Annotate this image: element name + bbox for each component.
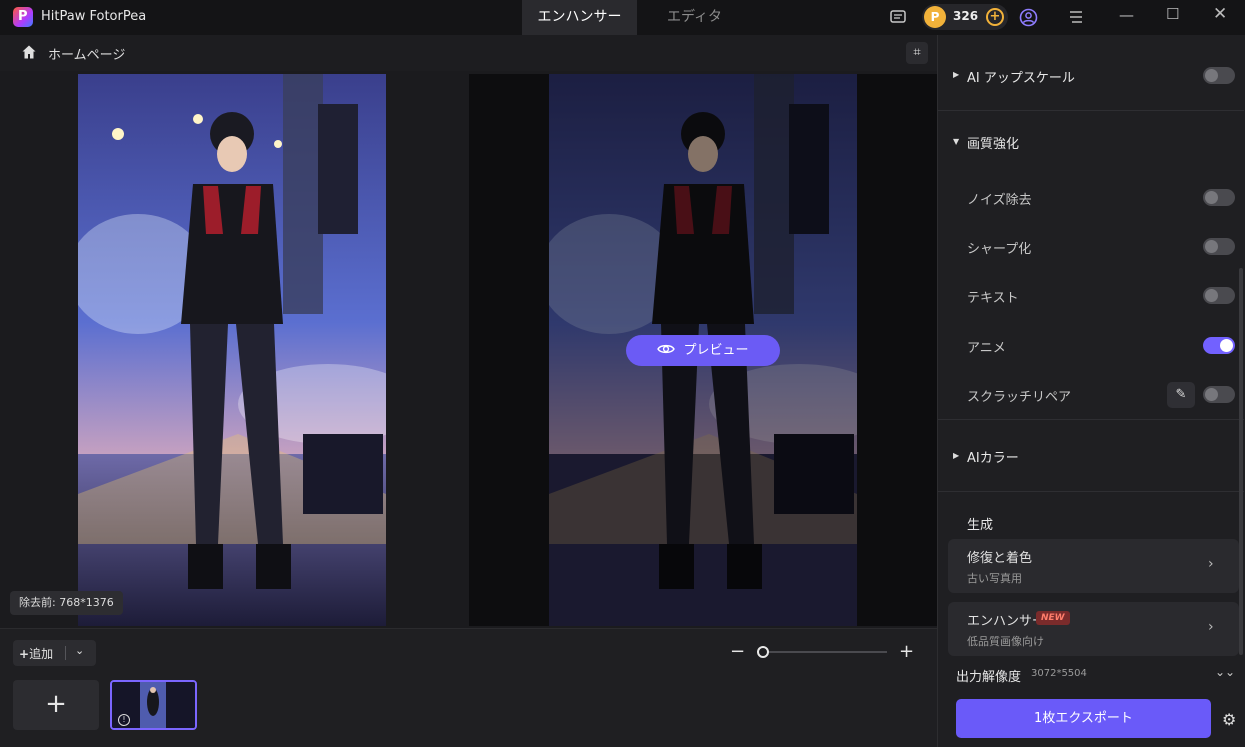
noise-reduction-toggle[interactable] — [1203, 189, 1235, 206]
add-button[interactable]: +追加 ⌄ — [13, 640, 96, 666]
original-image — [78, 74, 386, 626]
home-link[interactable]: ホームページ — [48, 44, 125, 63]
enhancer-card[interactable]: エンハンサー NEW 低品質画像向け › — [948, 602, 1239, 656]
add-image-tile[interactable]: + — [13, 680, 99, 730]
add-label-group: +追加 — [19, 645, 53, 662]
bottom-bar: +追加 ⌄ − + + ! — [0, 628, 937, 747]
output-resolution-value: 3072*5504 — [1031, 668, 1087, 679]
tab-editor[interactable]: エディタ — [637, 0, 752, 35]
settings-sidebar: ▶ AI アップスケール ▼ 画質強化 ノイズ除去 シャープ化 テキスト アニメ… — [937, 35, 1245, 747]
collapse-triangle-icon[interactable]: ▼ — [953, 137, 959, 146]
noise-reduction-label: ノイズ除去 — [967, 193, 1032, 208]
ai-color-title[interactable]: AIカラー — [967, 447, 1019, 466]
crop-icon[interactable]: ⌗ — [906, 42, 928, 64]
brush-tool-icon[interactable]: ✎ — [1167, 382, 1195, 408]
ai-upscale-title[interactable]: AI アップスケール — [967, 67, 1075, 86]
zoom-slider[interactable] — [761, 651, 887, 653]
restore-colorize-card[interactable]: 修復と着色 古い写真用 › — [948, 539, 1239, 593]
add-divider — [65, 646, 66, 660]
add-credits-icon[interactable]: + — [986, 8, 1004, 26]
close-icon[interactable]: ✕ — [1213, 4, 1227, 24]
app-title: HitPaw FotorPea — [41, 9, 147, 24]
sharpen-label: シャープ化 — [967, 242, 1032, 257]
chevron-right-icon: › — [1208, 556, 1214, 572]
double-chevron-down-icon[interactable]: ⌄⌄ — [1215, 665, 1235, 679]
minimize-icon[interactable]: — — [1119, 6, 1134, 24]
zoom-in-icon[interactable]: + — [899, 643, 914, 661]
eye-icon — [657, 335, 676, 366]
scratch-repair-toggle[interactable] — [1203, 386, 1235, 403]
plus-icon: + — [19, 647, 30, 661]
anime-label: アニメ — [967, 341, 1006, 356]
new-badge: NEW — [1036, 611, 1070, 625]
info-icon[interactable]: ! — [118, 714, 130, 726]
card-title: エンハンサー — [967, 614, 1046, 629]
chevron-right-icon: › — [1208, 619, 1214, 635]
divider — [938, 491, 1244, 492]
tab-enhancer[interactable]: エンハンサー — [522, 0, 637, 35]
preview-label: プレビュー — [683, 343, 749, 358]
zoom-out-icon[interactable]: − — [730, 643, 745, 661]
gear-icon[interactable]: ⚙ — [1222, 710, 1236, 729]
chevron-down-icon[interactable]: ⌄ — [75, 644, 84, 657]
expand-triangle-icon[interactable]: ▶ — [953, 70, 959, 79]
coin-icon: P — [924, 6, 946, 28]
credits-count: 326 — [953, 9, 979, 23]
card-title: 修復と着色 — [967, 551, 1033, 566]
sharpen-toggle[interactable] — [1203, 238, 1235, 255]
preview-button[interactable]: プレビュー — [626, 335, 780, 366]
card-subtitle: 古い写真用 — [967, 572, 1022, 585]
card-subtitle: 低品質画像向け — [967, 635, 1044, 648]
title-bar: HitPaw FotorPea エンハンサー エディタ P 326 + — ☐ … — [0, 0, 1245, 35]
divider — [938, 110, 1244, 111]
app-logo — [13, 7, 33, 27]
mode-tabs: エンハンサー エディタ — [522, 0, 752, 35]
message-icon[interactable] — [889, 8, 907, 31]
output-resolution-label: 出力解像度 — [956, 670, 1022, 685]
text-label: テキスト — [967, 291, 1019, 306]
credits-display[interactable]: P 326 + — [922, 4, 1008, 30]
maximize-icon[interactable]: ☐ — [1166, 5, 1179, 23]
dimensions-badge: 除去前: 768*1376 — [10, 591, 123, 615]
export-button[interactable]: 1枚エクスポート — [956, 699, 1211, 738]
home-icon[interactable] — [21, 44, 37, 64]
sidebar-scrollbar[interactable] — [1239, 268, 1243, 655]
menu-icon[interactable] — [1068, 8, 1084, 31]
text-toggle[interactable] — [1203, 287, 1235, 304]
expand-triangle-icon[interactable]: ▶ — [953, 451, 959, 460]
image-thumbnail[interactable]: ! — [110, 680, 197, 730]
account-icon[interactable] — [1019, 8, 1038, 32]
quality-section-title[interactable]: 画質強化 — [967, 133, 1019, 152]
zoom-slider-handle[interactable] — [757, 646, 769, 658]
scratch-repair-label: スクラッチリペア — [967, 390, 1072, 405]
generate-title: 生成 — [967, 518, 994, 533]
divider — [938, 419, 1244, 420]
anime-toggle[interactable] — [1203, 337, 1235, 354]
ai-upscale-toggle[interactable] — [1203, 67, 1235, 84]
add-label: 追加 — [29, 647, 54, 661]
breadcrumb-bar: ホームページ ⌗ — [0, 35, 937, 71]
